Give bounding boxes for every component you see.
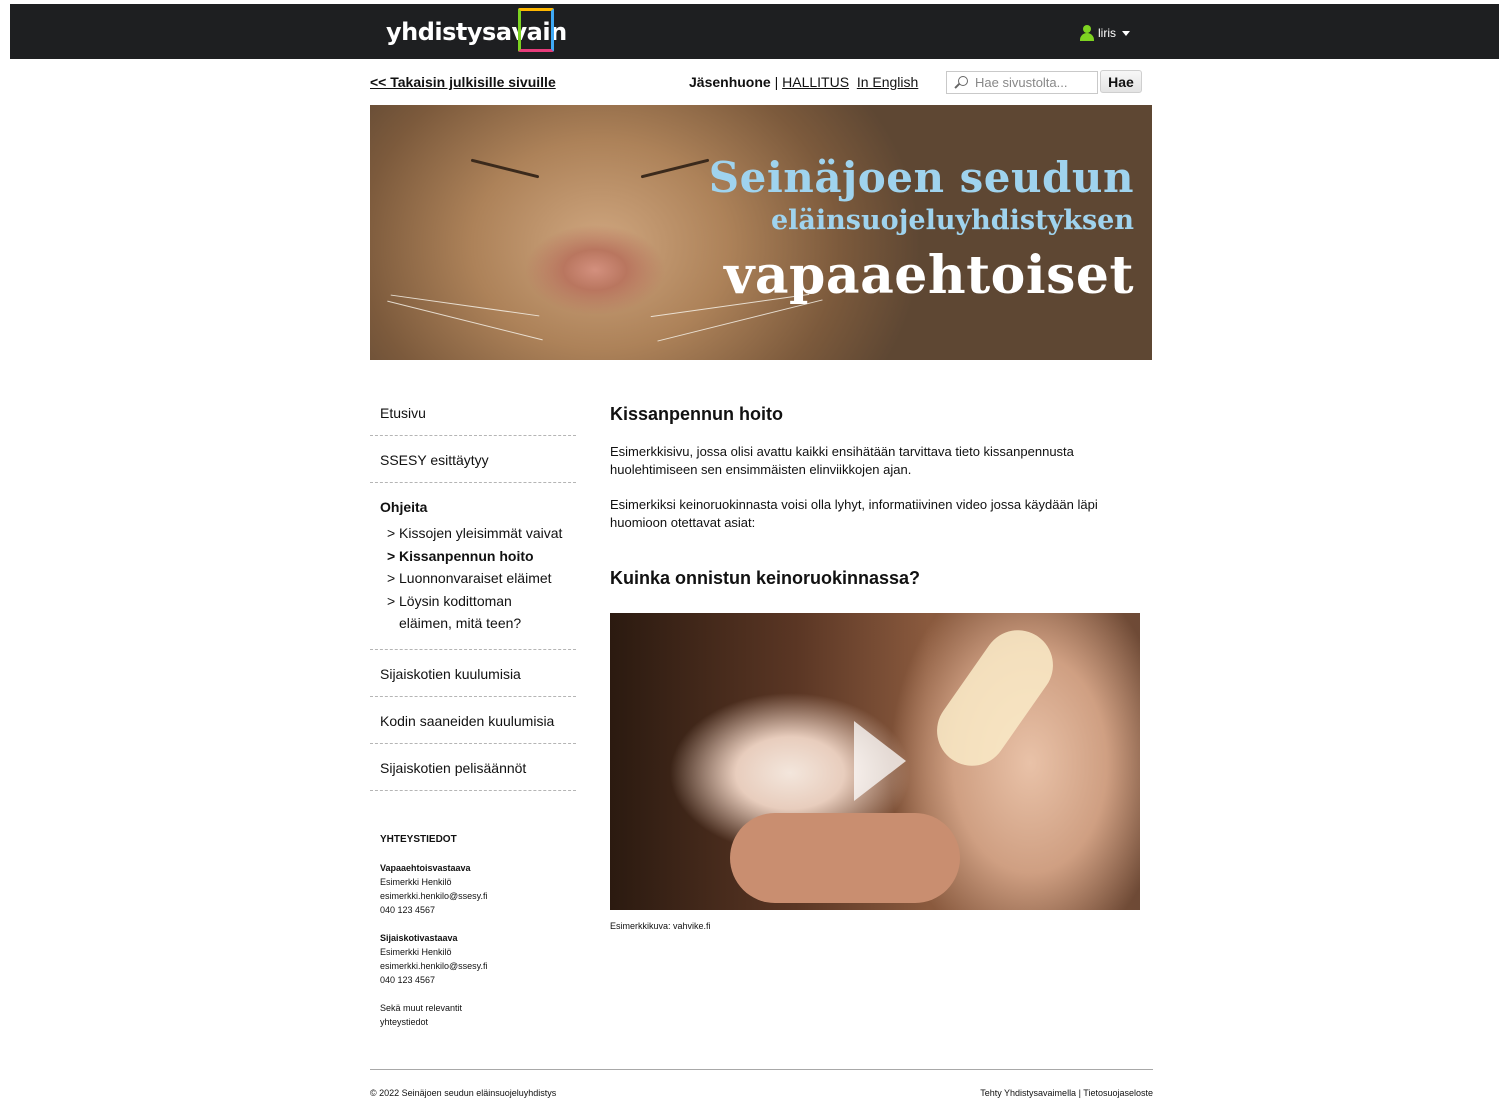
subnav-item-luonnonvaraiset[interactable]: Luonnonvaraiset eläimet <box>387 567 566 590</box>
contact-phone: 040 123 4567 <box>380 975 436 985</box>
user-menu[interactable]: liris <box>1080 25 1130 41</box>
video-thumbnail-bottle <box>923 616 1067 780</box>
sidebar-item-sijaiskotien-kuulumisia[interactable]: Sijaiskotien kuulumisia <box>370 650 576 697</box>
hero-title-line2: eläinsuojeluyhdistyksen <box>770 205 1134 236</box>
contact-name: Esimerkki Henkilö <box>380 877 452 887</box>
hero-title-line3: vapaaehtoiset <box>724 245 1134 306</box>
search-input[interactable] <box>973 74 1097 91</box>
top-links: Jäsenhuone | HALLITUS In English <box>689 74 918 90</box>
contacts-title: YHTEYSTIEDOT <box>380 834 457 845</box>
footer-links: Tehty Yhdistysavaimella | Tietosuojaselo… <box>980 1088 1153 1098</box>
separator: | <box>774 74 779 90</box>
board-link[interactable]: HALLITUS <box>782 74 849 90</box>
video-player[interactable] <box>610 613 1140 910</box>
top-bar: yhdistysavain liris <box>10 4 1499 59</box>
section-heading: Kuinka onnistun keinoruokinnassa? <box>610 568 921 588</box>
contact-name: Esimerkki Henkilö <box>380 947 452 957</box>
intro-paragraph: Esimerkiksi keinoruokinnasta voisi olla … <box>610 497 1098 530</box>
contact-info: YHTEYSTIEDOT Vapaaehtoisvastaava Esimerk… <box>380 833 570 1029</box>
search-box <box>946 71 1098 94</box>
sidebar-item-kodin-saaneiden[interactable]: Kodin saaneiden kuulumisia <box>370 697 576 744</box>
footer-copyright: © 2022 Seinäjoen seudun eläinsuojeluyhdi… <box>370 1088 557 1098</box>
contact-role: Sijaiskotivastaava <box>380 933 458 943</box>
contacts-note: Sekä muut relevantit yhteystiedot <box>380 1003 463 1027</box>
contact-block: Vapaaehtoisvastaava Esimerkki Henkilö es… <box>380 861 570 917</box>
logo-frame-icon <box>518 8 554 52</box>
search-button[interactable]: Hae <box>1100 70 1142 93</box>
cat-eye-left <box>470 158 540 179</box>
made-with-link[interactable]: Tehty Yhdistysavaimella <box>980 1088 1076 1098</box>
user-name: liris <box>1098 26 1116 40</box>
sidebar-item-etusivu[interactable]: Etusivu <box>370 395 576 436</box>
cat-whisker <box>387 300 543 341</box>
sidebar-group-ohjeita: Ohjeita Kissojen yleisimmät vaivat Kissa… <box>370 483 576 650</box>
cat-eye-right <box>640 158 710 179</box>
english-link[interactable]: In English <box>857 74 918 90</box>
subnav-item-vaivat[interactable]: Kissojen yleisimmät vaivat <box>387 522 566 545</box>
user-icon <box>1080 25 1094 41</box>
contact-block: Sijaiskotivastaava Esimerkki Henkilö esi… <box>380 931 570 987</box>
footer-divider <box>370 1069 1153 1070</box>
hero-title-line1: Seinäjoen seudun <box>708 153 1134 202</box>
back-to-public-link[interactable]: << Takaisin julkisille sivuille <box>370 74 556 90</box>
contact-role: Vapaaehtoisvastaava <box>380 863 471 873</box>
cat-whisker <box>390 294 540 317</box>
search-icon <box>953 75 969 91</box>
sidebar-item-ohjeita[interactable]: Ohjeita <box>380 499 566 515</box>
contact-email[interactable]: esimerkki.henkilo@ssesy.fi <box>380 889 570 903</box>
subnav-item-kissanpennun-hoito[interactable]: Kissanpennun hoito <box>387 545 566 568</box>
subnav-list: Kissojen yleisimmät vaivat Kissanpennun … <box>380 522 566 635</box>
member-room-label: Jäsenhuone <box>689 74 771 90</box>
contact-phone: 040 123 4567 <box>380 905 436 915</box>
sidebar-item-esittaytyy[interactable]: SSESY esittäytyy <box>370 436 576 483</box>
page-title: Kissanpennun hoito <box>610 404 783 424</box>
video-thumbnail-hand <box>730 813 960 903</box>
main-content: Kissanpennun hoito Esimerkkisivu, jossa … <box>610 404 1140 931</box>
subnav-item-kodittoman-elaimen[interactable]: Löysin kodittoman eläimen, mitä teen? <box>387 590 566 635</box>
play-icon[interactable] <box>854 721 906 801</box>
privacy-link[interactable]: Tietosuojaseloste <box>1083 1088 1153 1098</box>
footer-separator: | <box>1078 1088 1081 1098</box>
chevron-down-icon <box>1122 30 1130 36</box>
hero-banner: Seinäjoen seudun eläinsuojeluyhdistyksen… <box>370 105 1152 360</box>
sidebar-item-pelisaannot[interactable]: Sijaiskotien pelisäännöt <box>370 744 576 791</box>
contact-email[interactable]: esimerkki.henkilo@ssesy.fi <box>380 959 570 973</box>
intro-paragraph: Esimerkkisivu, jossa olisi avattu kaikki… <box>610 444 1074 477</box>
video-caption: Esimerkkikuva: vahvike.fi <box>610 921 711 931</box>
sidebar-nav: Etusivu SSESY esittäytyy Ohjeita Kissoje… <box>370 395 576 791</box>
